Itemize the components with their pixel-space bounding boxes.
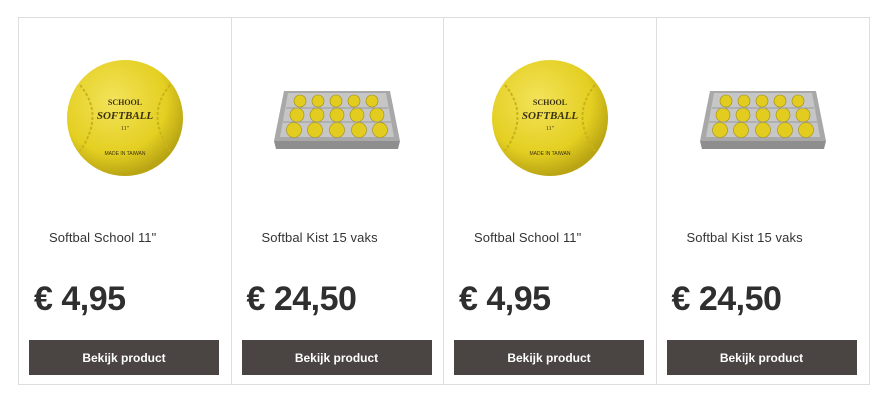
view-product-button[interactable]: Bekijk product [666, 340, 857, 375]
svg-text:SCHOOL: SCHOOL [108, 98, 142, 107]
product-image-softball[interactable]: SCHOOL SOFTBALL 11" MADE IN TAIWAN [19, 18, 231, 218]
product-price: € 4,95 [459, 280, 551, 318]
product-name[interactable]: Softbal School 11" [49, 230, 156, 245]
product-name[interactable]: Softbal Kist 15 vaks [687, 230, 803, 245]
product-image-crate[interactable] [657, 18, 870, 218]
product-card[interactable]: SCHOOL SOFTBALL 11" MADE IN TAIWAN Softb… [19, 18, 232, 384]
view-product-button[interactable]: Bekijk product [241, 340, 432, 375]
product-price: € 24,50 [671, 280, 782, 318]
product-grid: SCHOOL SOFTBALL 11" MADE IN TAIWAN Softb… [18, 17, 870, 385]
view-product-button[interactable]: Bekijk product [29, 340, 219, 375]
svg-text:11": 11" [121, 126, 130, 132]
svg-text:SOFTBALL: SOFTBALL [97, 110, 154, 122]
view-product-button[interactable]: Bekijk product [454, 340, 644, 375]
product-name[interactable]: Softbal Kist 15 vaks [262, 230, 378, 245]
svg-text:MADE IN TAIWAN: MADE IN TAIWAN [104, 151, 145, 157]
product-price: € 24,50 [246, 280, 357, 318]
svg-text:11": 11" [546, 126, 555, 132]
product-card[interactable]: Softbal Kist 15 vaks € 24,50 Bekijk prod… [231, 18, 444, 384]
product-card[interactable]: SCHOOL SOFTBALL 11" MADE IN TAIWAN Softb… [444, 18, 657, 384]
product-name[interactable]: Softbal School 11" [474, 230, 581, 245]
svg-text:SOFTBALL: SOFTBALL [522, 110, 579, 122]
svg-text:SCHOOL: SCHOOL [533, 98, 567, 107]
product-card[interactable]: Softbal Kist 15 vaks € 24,50 Bekijk prod… [656, 18, 870, 384]
product-image-softball[interactable]: SCHOOL SOFTBALL 11" MADE IN TAIWAN [444, 18, 656, 218]
product-image-crate[interactable] [232, 18, 444, 218]
product-price: € 4,95 [34, 280, 126, 318]
svg-text:MADE IN TAIWAN: MADE IN TAIWAN [529, 151, 570, 157]
